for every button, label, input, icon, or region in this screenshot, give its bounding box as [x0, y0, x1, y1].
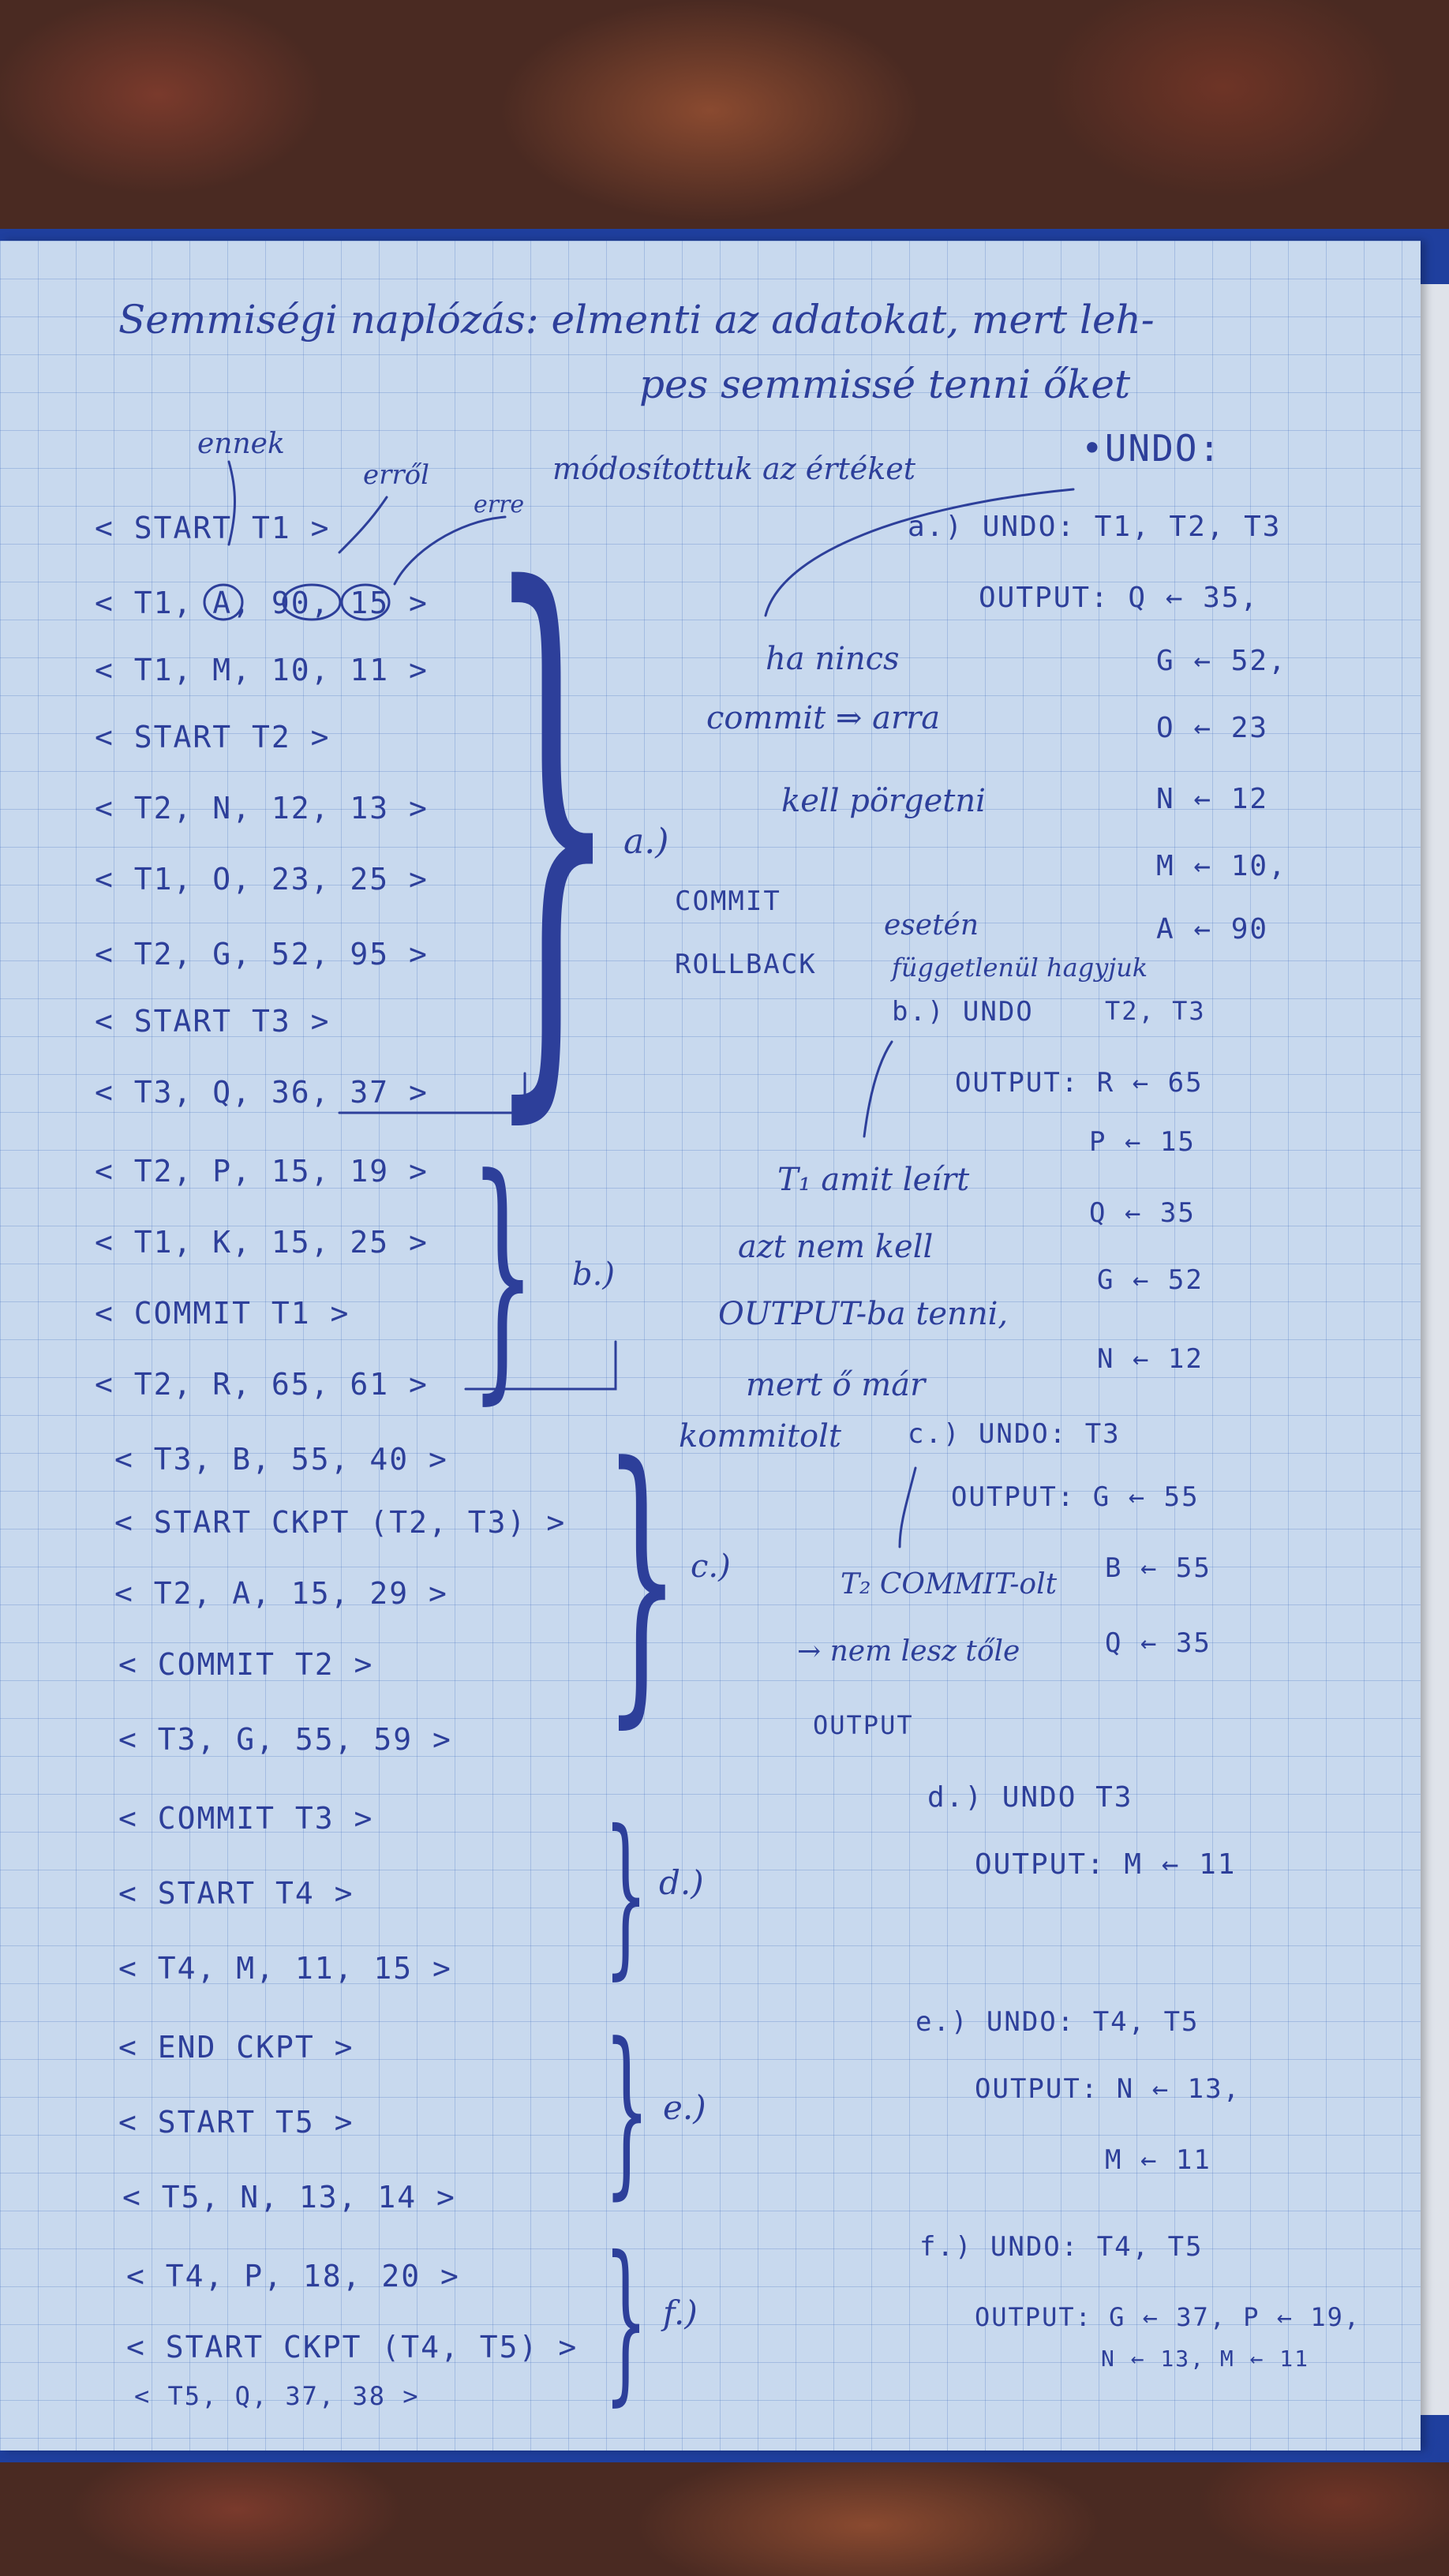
log-line: < T2, A, 15, 29 > [114, 1576, 448, 1611]
answer-b-sub: T2, T3 [1105, 996, 1206, 1026]
label-b: b.) [572, 1256, 615, 1293]
answer-a-line: M ← 10, [1156, 850, 1287, 882]
label-c: c.) [691, 1548, 731, 1585]
answer-e-head: e.) UNDO: T4, T5 [915, 2006, 1200, 2038]
label-d: d.) [659, 1863, 704, 1902]
answer-a-line: A ← 90 [1156, 913, 1269, 945]
answer-f-line: N ← 13, M ← 11 [1101, 2346, 1310, 2372]
answer-b-line: Q ← 35 [1089, 1197, 1196, 1229]
brace-a: } [485, 472, 620, 1170]
undo-heading: •UNDO: [1081, 427, 1222, 470]
answer-e-line: M ← 11 [1105, 2144, 1211, 2176]
log-line: < COMMIT T2 > [118, 1647, 374, 1682]
note-kommitolt: kommitolt [679, 1418, 841, 1455]
answer-d-line: OUTPUT: M ← 11 [975, 1848, 1237, 1881]
log-line: < T5, N, 13, 14 > [122, 2180, 456, 2215]
answer-e-line: OUTPUT: N ← 13, [975, 2073, 1241, 2105]
log-line: < T4, P, 18, 20 > [126, 2259, 460, 2293]
brace-d: } [604, 1793, 648, 1995]
log-line: < COMMIT T3 > [118, 1801, 374, 1836]
note-output-ba: OUTPUT-ba tenni, [718, 1296, 1009, 1332]
brace-c: } [604, 1403, 680, 1753]
annotation-errol: erről [363, 459, 429, 491]
note-t2-commit: T₂ COMMIT-olt [841, 1568, 1058, 1601]
answer-b-line: G ← 52 [1097, 1264, 1204, 1296]
log-line: < T1, K, 15, 25 > [95, 1225, 429, 1260]
label-f: f.) [663, 2293, 698, 2332]
log-line: < START T1 > [95, 511, 331, 545]
note-esetten: esetén [884, 909, 979, 942]
answer-c-line: Q ← 35 [1105, 1627, 1211, 1659]
note-commit-arrow: commit ⇒ arra [706, 700, 941, 736]
note-nem-lesz: → nem lesz tőle [797, 1635, 1020, 1668]
log-line: < START T4 > [118, 1876, 354, 1911]
log-line: < T5, Q, 37, 38 > [134, 2381, 420, 2411]
log-line: < COMMIT T1 > [95, 1296, 350, 1331]
log-line: < T1, A, 90, 15 > [95, 586, 429, 620]
annotation-ennek: ennek [197, 428, 285, 460]
answer-a-line: G ← 52, [1156, 645, 1287, 677]
log-line: < T2, R, 65, 61 > [95, 1367, 429, 1402]
log-line: < T2, N, 12, 13 > [95, 791, 429, 826]
answer-a-line: O ← 23 [1156, 712, 1269, 744]
brace-f: } [604, 2219, 648, 2421]
answer-a-line: N ← 12 [1156, 783, 1269, 815]
note-azt-nem-kell: azt nem kell [738, 1229, 934, 1265]
brace-b: } [470, 1123, 536, 1426]
log-line: < T4, M, 11, 15 > [118, 1951, 452, 1986]
note-commit: COMMIT [675, 886, 781, 917]
answer-b-line: P ← 15 [1089, 1126, 1196, 1158]
log-line: < T3, B, 55, 40 > [114, 1442, 448, 1477]
answer-b-line: N ← 12 [1097, 1343, 1204, 1375]
log-line: < START T3 > [95, 1004, 331, 1039]
brace-e: } [604, 2005, 650, 2216]
answer-f-line: OUTPUT: G ← 37, P ← 19, [975, 2302, 1361, 2332]
answer-b-line: OUTPUT: R ← 65 [955, 1067, 1204, 1099]
note-t1-amit: T₁ amit leírt [777, 1162, 970, 1198]
log-line: < T3, G, 55, 59 > [118, 1722, 452, 1757]
answer-a-line: OUTPUT: Q ← 35, [979, 582, 1260, 614]
note-mert-o-mar: mert ő már [746, 1367, 926, 1403]
note-ha-nincs: ha nincs [766, 641, 900, 677]
answer-c-head: c.) UNDO: T3 [908, 1418, 1121, 1450]
answer-d-head: d.) UNDO T3 [927, 1781, 1133, 1814]
note-kell-porgetni: kell pörgetni [781, 783, 986, 819]
note-fuggetlenul: függetlenül hagyjuk [892, 953, 1148, 983]
answer-c-line: B ← 55 [1105, 1552, 1211, 1584]
title-line-1: Semmiségi naplózás: elmenti az adatokat,… [118, 297, 1155, 343]
title-line-2: pes semmissé tenni őket [639, 361, 1131, 407]
answer-a-head: a.) UNDO: T1, T2, T3 [908, 511, 1282, 543]
log-line: < START CKPT (T4, T5) > [126, 2330, 578, 2364]
answer-b-head: b.) UNDO [892, 996, 1034, 1028]
answer-c-line: OUTPUT: G ← 55 [951, 1481, 1200, 1513]
log-line: < START CKPT (T2, T3) > [114, 1505, 567, 1540]
note-output-word: OUTPUT [813, 1710, 914, 1740]
label-a: a.) [623, 822, 669, 862]
log-line: < T2, G, 52, 95 > [95, 937, 429, 972]
note-rollback: ROLLBACK [675, 949, 817, 980]
log-line: < T1, O, 23, 25 > [95, 862, 429, 897]
log-line: < T3, Q, 36, 37 > [95, 1075, 429, 1110]
log-line: < T1, M, 10, 11 > [95, 653, 429, 687]
log-line: < START T5 > [118, 2105, 354, 2140]
label-e: e.) [663, 2088, 706, 2127]
log-line: < T2, P, 15, 19 > [95, 1154, 429, 1189]
log-line: < START T2 > [95, 720, 331, 754]
answer-f-head: f.) UNDO: T4, T5 [919, 2231, 1204, 2263]
log-line: < END CKPT > [118, 2030, 354, 2065]
